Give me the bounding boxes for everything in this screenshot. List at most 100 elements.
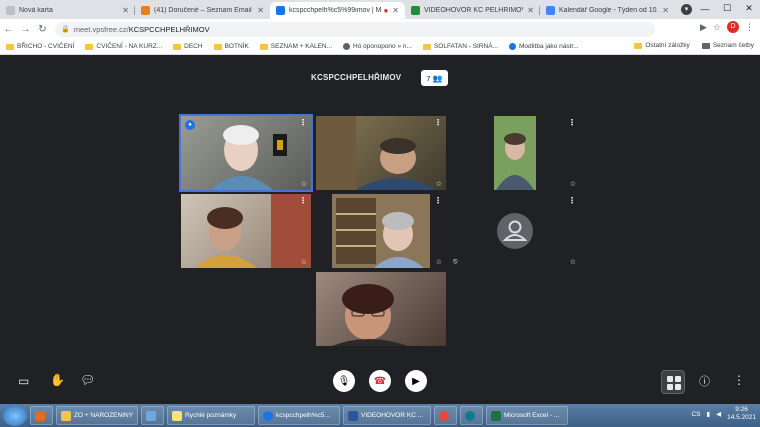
taskbar-item[interactable] xyxy=(30,406,53,425)
volume-icon[interactable]: ◀︎ xyxy=(716,410,721,418)
tab-calendar[interactable]: Kalendář Google - Týden od 10. k ✕ xyxy=(540,2,675,19)
tab-favicon xyxy=(546,6,555,15)
reading-list-icon xyxy=(701,42,710,49)
tab-email[interactable]: (41) Doručené – Seznam Email ✕ xyxy=(135,2,270,19)
folder-icon xyxy=(213,43,222,50)
tab-favicon xyxy=(276,6,285,15)
camera-off-icon: ⦸ xyxy=(453,258,458,265)
speaking-indicator-icon: ● xyxy=(185,120,195,130)
video-tile-participant-2[interactable]: ⋮ ☆ xyxy=(316,116,446,190)
camera-permission-icon[interactable]: ▶ xyxy=(700,22,707,33)
back-arrow-icon[interactable]: ← xyxy=(0,24,17,35)
minimize-button[interactable]: — xyxy=(694,4,716,14)
lock-icon[interactable]: 🔒 xyxy=(61,25,70,33)
chat-icon[interactable]: 💬︎ xyxy=(80,373,95,387)
taskbar-item[interactable] xyxy=(141,406,164,425)
tab-close-icon[interactable]: ✕ xyxy=(122,6,129,15)
tile-menu-icon[interactable]: ⋮ xyxy=(568,119,576,127)
more-options-icon[interactable]: ⋮ xyxy=(733,373,745,387)
address-bar[interactable]: 🔒 meet.vpsfree.cz/ KCSPCCHPELHŘIMOV xyxy=(55,21,655,37)
language-indicator[interactable]: CS xyxy=(691,411,700,418)
url-host: meet.vpsfree.cz/ xyxy=(73,24,129,34)
video-tile-participant-3[interactable]: ⋮ ☆ xyxy=(450,116,580,190)
taskbar-item[interactable]: Microsoft Excel - ... xyxy=(486,406,568,425)
pin-star-icon[interactable]: ☆ xyxy=(301,180,307,188)
participants-button[interactable]: 7 👥 xyxy=(421,70,448,86)
meeting-title: KCSPCCHPELHŘIMOV xyxy=(311,73,402,82)
taskbar-item[interactable] xyxy=(434,406,457,425)
tab-strip: Nová karta ✕ (41) Doručené – Seznam Emai… xyxy=(0,0,760,19)
bookmark-item[interactable]: SOLFATAN - SIRNÁ... xyxy=(422,43,498,50)
bookmarks-bar: BŘICHO - CVIČENÍ CVIČENÍ - NA KURZ... DE… xyxy=(0,39,760,55)
taskbar-item[interactable]: Rychlé poznámky xyxy=(167,406,255,425)
user-avatar-icon xyxy=(497,213,533,249)
bookmark-item[interactable]: CVIČENÍ - NA KURZ... xyxy=(85,43,162,50)
other-bookmarks[interactable]: Ostatní záložky xyxy=(634,42,690,49)
tab-close-icon[interactable]: ✕ xyxy=(392,6,399,15)
tab-new[interactable]: Nová karta ✕ xyxy=(0,2,135,19)
video-feed xyxy=(316,116,436,190)
video-feed xyxy=(211,125,287,190)
forward-arrow-icon[interactable]: → xyxy=(17,24,34,35)
tab-search-icon[interactable]: ▾ xyxy=(681,4,692,15)
taskbar-item[interactable]: kcspcchpelh%c5... xyxy=(258,406,340,425)
pin-star-icon[interactable]: ☆ xyxy=(301,258,307,266)
bookmark-item[interactable]: Modlitba jako nástr... xyxy=(509,43,579,50)
tab-favicon xyxy=(141,6,150,15)
maximize-button[interactable]: ☐ xyxy=(716,3,738,14)
tile-layout-button[interactable] xyxy=(661,370,685,394)
reading-list[interactable]: Seznam četby xyxy=(701,42,754,49)
video-tile-participant-6[interactable]: ⦸ ⋮ ☆ xyxy=(450,194,580,268)
profile-avatar[interactable]: D xyxy=(727,21,739,33)
info-icon[interactable]: ⓘ xyxy=(699,373,710,389)
pin-star-icon[interactable]: ☆ xyxy=(436,180,442,188)
bookmark-item[interactable]: SEZNAM + KALEN... xyxy=(259,43,332,50)
pin-star-icon[interactable]: ☆ xyxy=(436,258,442,266)
tab-close-icon[interactable]: ✕ xyxy=(527,6,534,15)
tab-label: (41) Doručené – Seznam Email xyxy=(154,7,252,14)
video-feed xyxy=(332,194,430,268)
tile-menu-icon[interactable]: ⋮ xyxy=(299,197,307,205)
tile-menu-icon[interactable]: ⋮ xyxy=(299,119,307,127)
bookmark-item[interactable]: BOTNÍK xyxy=(213,43,249,50)
folder-icon xyxy=(6,43,14,50)
bookmark-item[interactable]: DECH xyxy=(173,43,203,50)
camera-button[interactable]: ▶︎ xyxy=(405,370,427,392)
microphone-button[interactable]: 🎙︎ xyxy=(333,370,355,392)
network-icon[interactable]: ▮ xyxy=(707,410,711,418)
browser-menu-icon[interactable]: ⋮ xyxy=(745,22,754,33)
video-tile-participant-7[interactable] xyxy=(316,272,446,346)
tile-menu-icon[interactable]: ⋮ xyxy=(568,197,576,205)
raise-hand-icon[interactable]: ✋ xyxy=(50,373,65,387)
video-feed xyxy=(195,194,311,268)
video-tile-participant-5[interactable]: ⋮ ☆ xyxy=(316,194,446,268)
tab-close-icon[interactable]: ✕ xyxy=(257,6,264,15)
start-button[interactable] xyxy=(3,405,27,426)
tile-menu-icon[interactable]: ⋮ xyxy=(434,197,442,205)
video-feed xyxy=(332,284,408,346)
tab-videohovor[interactable]: VIDEOHOVOR KC PELHŘIMOV ✕ xyxy=(405,2,540,19)
url-path: KCSPCCHPELHŘIMOV xyxy=(128,24,210,34)
taskbar-item[interactable]: VIDEOHOVOR KC ... xyxy=(343,406,431,425)
tab-meet[interactable]: kcspcchpelh%c5%99imov | M ● ✕ xyxy=(270,2,405,19)
reload-icon[interactable]: ↻ xyxy=(34,24,51,35)
people-icon: 👥 xyxy=(432,73,443,83)
taskbar-item[interactable] xyxy=(460,406,483,425)
close-window-button[interactable]: ✕ xyxy=(738,3,760,14)
taskbar-item[interactable]: ZO + NAROZENINY xyxy=(56,406,138,425)
hangup-button[interactable]: ☎︎ xyxy=(369,370,391,392)
bookmark-item[interactable]: Hó oponopono » n... xyxy=(343,43,412,50)
video-tile-participant-1[interactable]: ● ⋮ ☆ xyxy=(179,114,313,192)
folder-icon xyxy=(173,43,182,50)
clock[interactable]: 9:26 14.5.2021 xyxy=(727,406,756,422)
site-icon xyxy=(509,43,516,50)
tab-label: VIDEOHOVOR KC PELHŘIMOV xyxy=(424,7,524,14)
tab-close-icon[interactable]: ✕ xyxy=(662,6,669,15)
pin-star-icon[interactable]: ☆ xyxy=(570,180,576,188)
bookmark-star-icon[interactable]: ☆ xyxy=(713,22,721,33)
tile-menu-icon[interactable]: ⋮ xyxy=(434,119,442,127)
pin-star-icon[interactable]: ☆ xyxy=(570,258,576,266)
bookmark-item[interactable]: BŘICHO - CVIČENÍ xyxy=(6,43,74,50)
present-screen-icon[interactable]: ▭ xyxy=(18,374,29,388)
video-tile-participant-4[interactable]: ⋮ ☆ xyxy=(181,194,311,268)
